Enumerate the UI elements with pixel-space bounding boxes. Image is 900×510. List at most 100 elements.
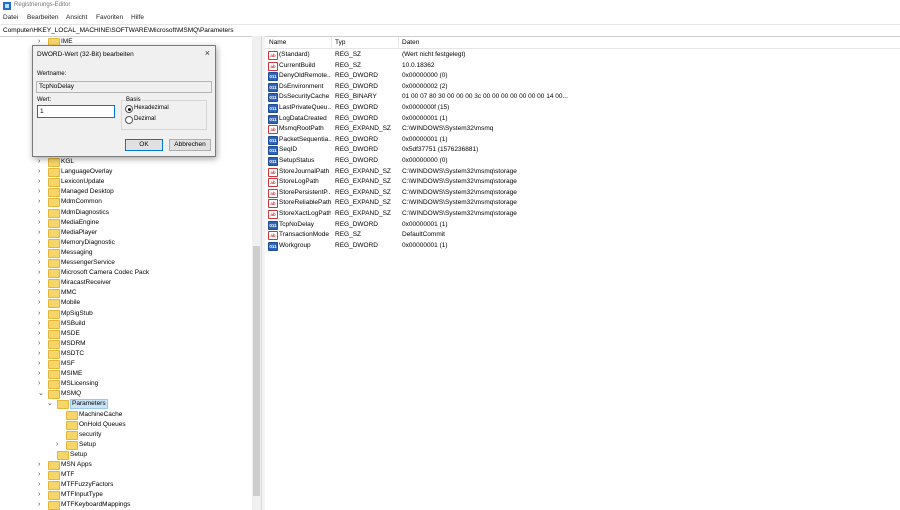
column-separator[interactable] bbox=[398, 37, 399, 47]
chevron-down-icon[interactable]: ⌄ bbox=[47, 400, 53, 408]
dialog-close-icon[interactable]: × bbox=[205, 48, 210, 58]
tree-item-label[interactable]: MSN Apps bbox=[61, 460, 92, 470]
tree-item[interactable]: › MTF bbox=[0, 470, 252, 481]
tree-item-label[interactable]: Setup bbox=[79, 440, 96, 450]
chevron-right-icon[interactable]: › bbox=[38, 491, 44, 499]
tree-item[interactable]: › MSDRM bbox=[0, 339, 252, 349]
tree-item-label[interactable]: MachineCache bbox=[79, 410, 122, 420]
chevron-right-icon[interactable]: › bbox=[38, 299, 44, 307]
chevron-right-icon[interactable]: › bbox=[38, 178, 44, 186]
tree-item[interactable]: › MSDTC bbox=[0, 349, 252, 359]
radio-decimal-label[interactable]: Dezimal bbox=[134, 116, 156, 122]
registry-value-row[interactable]: ab StoreLogPath REG_EXPAND_SZ C:\WINDOWS\Sy… bbox=[265, 177, 900, 188]
tree-item[interactable]: › MediaEngine bbox=[0, 218, 252, 228]
chevron-right-icon[interactable]: › bbox=[38, 219, 44, 227]
menu-ansicht[interactable]: Ansicht bbox=[66, 14, 87, 21]
registry-value-row[interactable]: ab StoreJournalPath REG_EXPAND_SZ C:\WINDOW… bbox=[265, 167, 900, 178]
tree-item[interactable]: › MediaPlayer bbox=[0, 228, 252, 238]
registry-value-row[interactable]: 011 Workgroup REG_DWORD 0x00000001 (1) bbox=[265, 241, 900, 252]
tree-item[interactable]: › MessengerService bbox=[0, 258, 252, 268]
tree-item[interactable]: › KGL bbox=[0, 157, 252, 167]
registry-value-row[interactable]: ab (Standard) REG_SZ (Wert nicht festgelegt… bbox=[265, 50, 900, 61]
tree-item-label[interactable]: LanguageOverlay bbox=[61, 167, 112, 177]
tree-item[interactable]: › MdmCommon bbox=[0, 197, 252, 208]
chevron-right-icon[interactable]: › bbox=[38, 380, 44, 388]
registry-value-row[interactable]: ab StoreXactLogPath REG_EXPAND_SZ C:\WINDOW… bbox=[265, 209, 900, 220]
registry-value-row[interactable]: ab TransactionMode REG_SZ DefaultCommit bbox=[265, 230, 900, 241]
tree-item[interactable]: Setup bbox=[0, 450, 252, 460]
chevron-right-icon[interactable]: › bbox=[38, 461, 44, 469]
ok-button[interactable]: OK bbox=[125, 139, 163, 151]
chevron-right-icon[interactable]: › bbox=[38, 330, 44, 338]
tree-scrollbar-thumb[interactable] bbox=[253, 246, 260, 496]
tree-item-label[interactable]: MTFInputType bbox=[61, 490, 103, 500]
tree-item-label[interactable]: MSDE bbox=[61, 329, 80, 339]
chevron-right-icon[interactable]: › bbox=[38, 229, 44, 237]
values-list[interactable]: Name Typ Daten ab (Standard) REG_SZ (Wert n… bbox=[265, 36, 900, 510]
tree-item-label[interactable]: MediaEngine bbox=[61, 218, 99, 228]
tree-item-label[interactable]: security bbox=[79, 430, 101, 440]
registry-value-row[interactable]: ab MsmqRootPath REG_EXPAND_SZ C:\WINDOWS\Sy… bbox=[265, 124, 900, 135]
chevron-right-icon[interactable]: › bbox=[38, 471, 44, 479]
registry-value-row[interactable]: 011 DsSecurityCache REG_BINARY 01 00 07 80 … bbox=[265, 92, 900, 103]
chevron-right-icon[interactable]: › bbox=[38, 310, 44, 318]
tree-item-label[interactable]: Messaging bbox=[61, 248, 92, 258]
tree-item-label[interactable]: Microsoft Camera Codec Pack bbox=[61, 268, 149, 278]
tree-item-label[interactable]: MSDTC bbox=[61, 349, 84, 359]
tree-item-label[interactable]: MdmDiagnostics bbox=[61, 208, 109, 218]
tree-item-label[interactable]: MediaPlayer bbox=[61, 228, 97, 238]
tree-item-label[interactable]: OnHold Queues bbox=[79, 420, 126, 430]
value-data-input[interactable]: 1 bbox=[37, 105, 115, 118]
registry-value-row[interactable]: 011 LastPrivateQueu... REG_DWORD 0x0000000f… bbox=[265, 103, 900, 114]
tree-item[interactable]: › Mobile bbox=[0, 298, 252, 309]
tree-item[interactable]: › MTFKeyboardMappings bbox=[0, 500, 252, 510]
tree-item[interactable]: › MTFFuzzyFactors bbox=[0, 480, 252, 491]
registry-value-row[interactable]: 011 SetupStatus REG_DWORD 0x00000000 (0) bbox=[265, 156, 900, 167]
chevron-right-icon[interactable]: › bbox=[38, 168, 44, 176]
tree-item[interactable]: › LanguageOverlay bbox=[0, 167, 252, 178]
radio-hexadecimal[interactable] bbox=[125, 105, 133, 113]
chevron-right-icon[interactable]: › bbox=[38, 259, 44, 267]
tree-item[interactable]: › Microsoft Camera Codec Pack bbox=[0, 268, 252, 279]
chevron-right-icon[interactable]: › bbox=[38, 501, 44, 509]
chevron-right-icon[interactable]: › bbox=[56, 441, 62, 449]
registry-value-row[interactable]: 011 LogDataCreated REG_DWORD 0x00000001 (1) bbox=[265, 114, 900, 125]
menu-bearbeiten[interactable]: Bearbeiten bbox=[27, 14, 58, 21]
tree-item[interactable]: › MSBuild bbox=[0, 319, 252, 329]
tree-item-label[interactable]: MMC bbox=[61, 288, 77, 298]
tree-scrollbar[interactable] bbox=[252, 36, 261, 510]
tree-item[interactable]: › MMC bbox=[0, 288, 252, 299]
tree-item-label[interactable]: MSBuild bbox=[61, 319, 85, 329]
tree-item-label[interactable]: MemoryDiagnostic bbox=[61, 238, 115, 248]
chevron-right-icon[interactable]: › bbox=[38, 481, 44, 489]
chevron-right-icon[interactable]: › bbox=[38, 188, 44, 196]
tree-item[interactable]: OnHold Queues bbox=[0, 420, 252, 430]
tree-item-label[interactable]: MSIME bbox=[61, 369, 82, 379]
tree-item-label[interactable]: MdmCommon bbox=[61, 197, 102, 207]
tree-item[interactable]: › Managed Desktop bbox=[0, 187, 252, 198]
tree-item[interactable]: › MSN Apps bbox=[0, 460, 252, 470]
chevron-right-icon[interactable]: › bbox=[38, 279, 44, 287]
tree-item[interactable]: › LexiconUpdate bbox=[0, 177, 252, 188]
chevron-right-icon[interactable]: › bbox=[38, 249, 44, 257]
tree-item[interactable]: MachineCache bbox=[0, 410, 252, 420]
tree-item[interactable]: › MiracastReceiver bbox=[0, 278, 252, 289]
tree-item[interactable]: › MSF bbox=[0, 359, 252, 369]
chevron-right-icon[interactable]: › bbox=[38, 239, 44, 247]
tree-item[interactable]: ⌄ MSMQ bbox=[0, 389, 252, 400]
cancel-button[interactable]: Abbrechen bbox=[169, 139, 211, 151]
tree-item-label[interactable]: MSF bbox=[61, 359, 75, 369]
value-data-text[interactable]: 1 bbox=[40, 108, 44, 115]
tree-item-label[interactable]: Parameters bbox=[70, 399, 108, 410]
chevron-right-icon[interactable]: › bbox=[38, 289, 44, 297]
tree-item[interactable]: › MSDE bbox=[0, 329, 252, 339]
chevron-right-icon[interactable]: › bbox=[38, 370, 44, 378]
tree-item-label[interactable]: MiracastReceiver bbox=[61, 278, 111, 288]
registry-value-row[interactable]: 011 PacketSequentia... REG_DWORD 0x00000001… bbox=[265, 135, 900, 146]
tree-item-label[interactable]: Setup bbox=[70, 450, 87, 460]
tree-item-label[interactable]: MTF bbox=[61, 470, 74, 480]
column-header-type[interactable]: Typ bbox=[335, 39, 345, 46]
radio-decimal[interactable] bbox=[125, 116, 133, 124]
radio-hexadecimal-label[interactable]: Hexadezimal bbox=[134, 105, 169, 111]
tree-item-label[interactable]: MTFKeyboardMappings bbox=[61, 500, 130, 510]
